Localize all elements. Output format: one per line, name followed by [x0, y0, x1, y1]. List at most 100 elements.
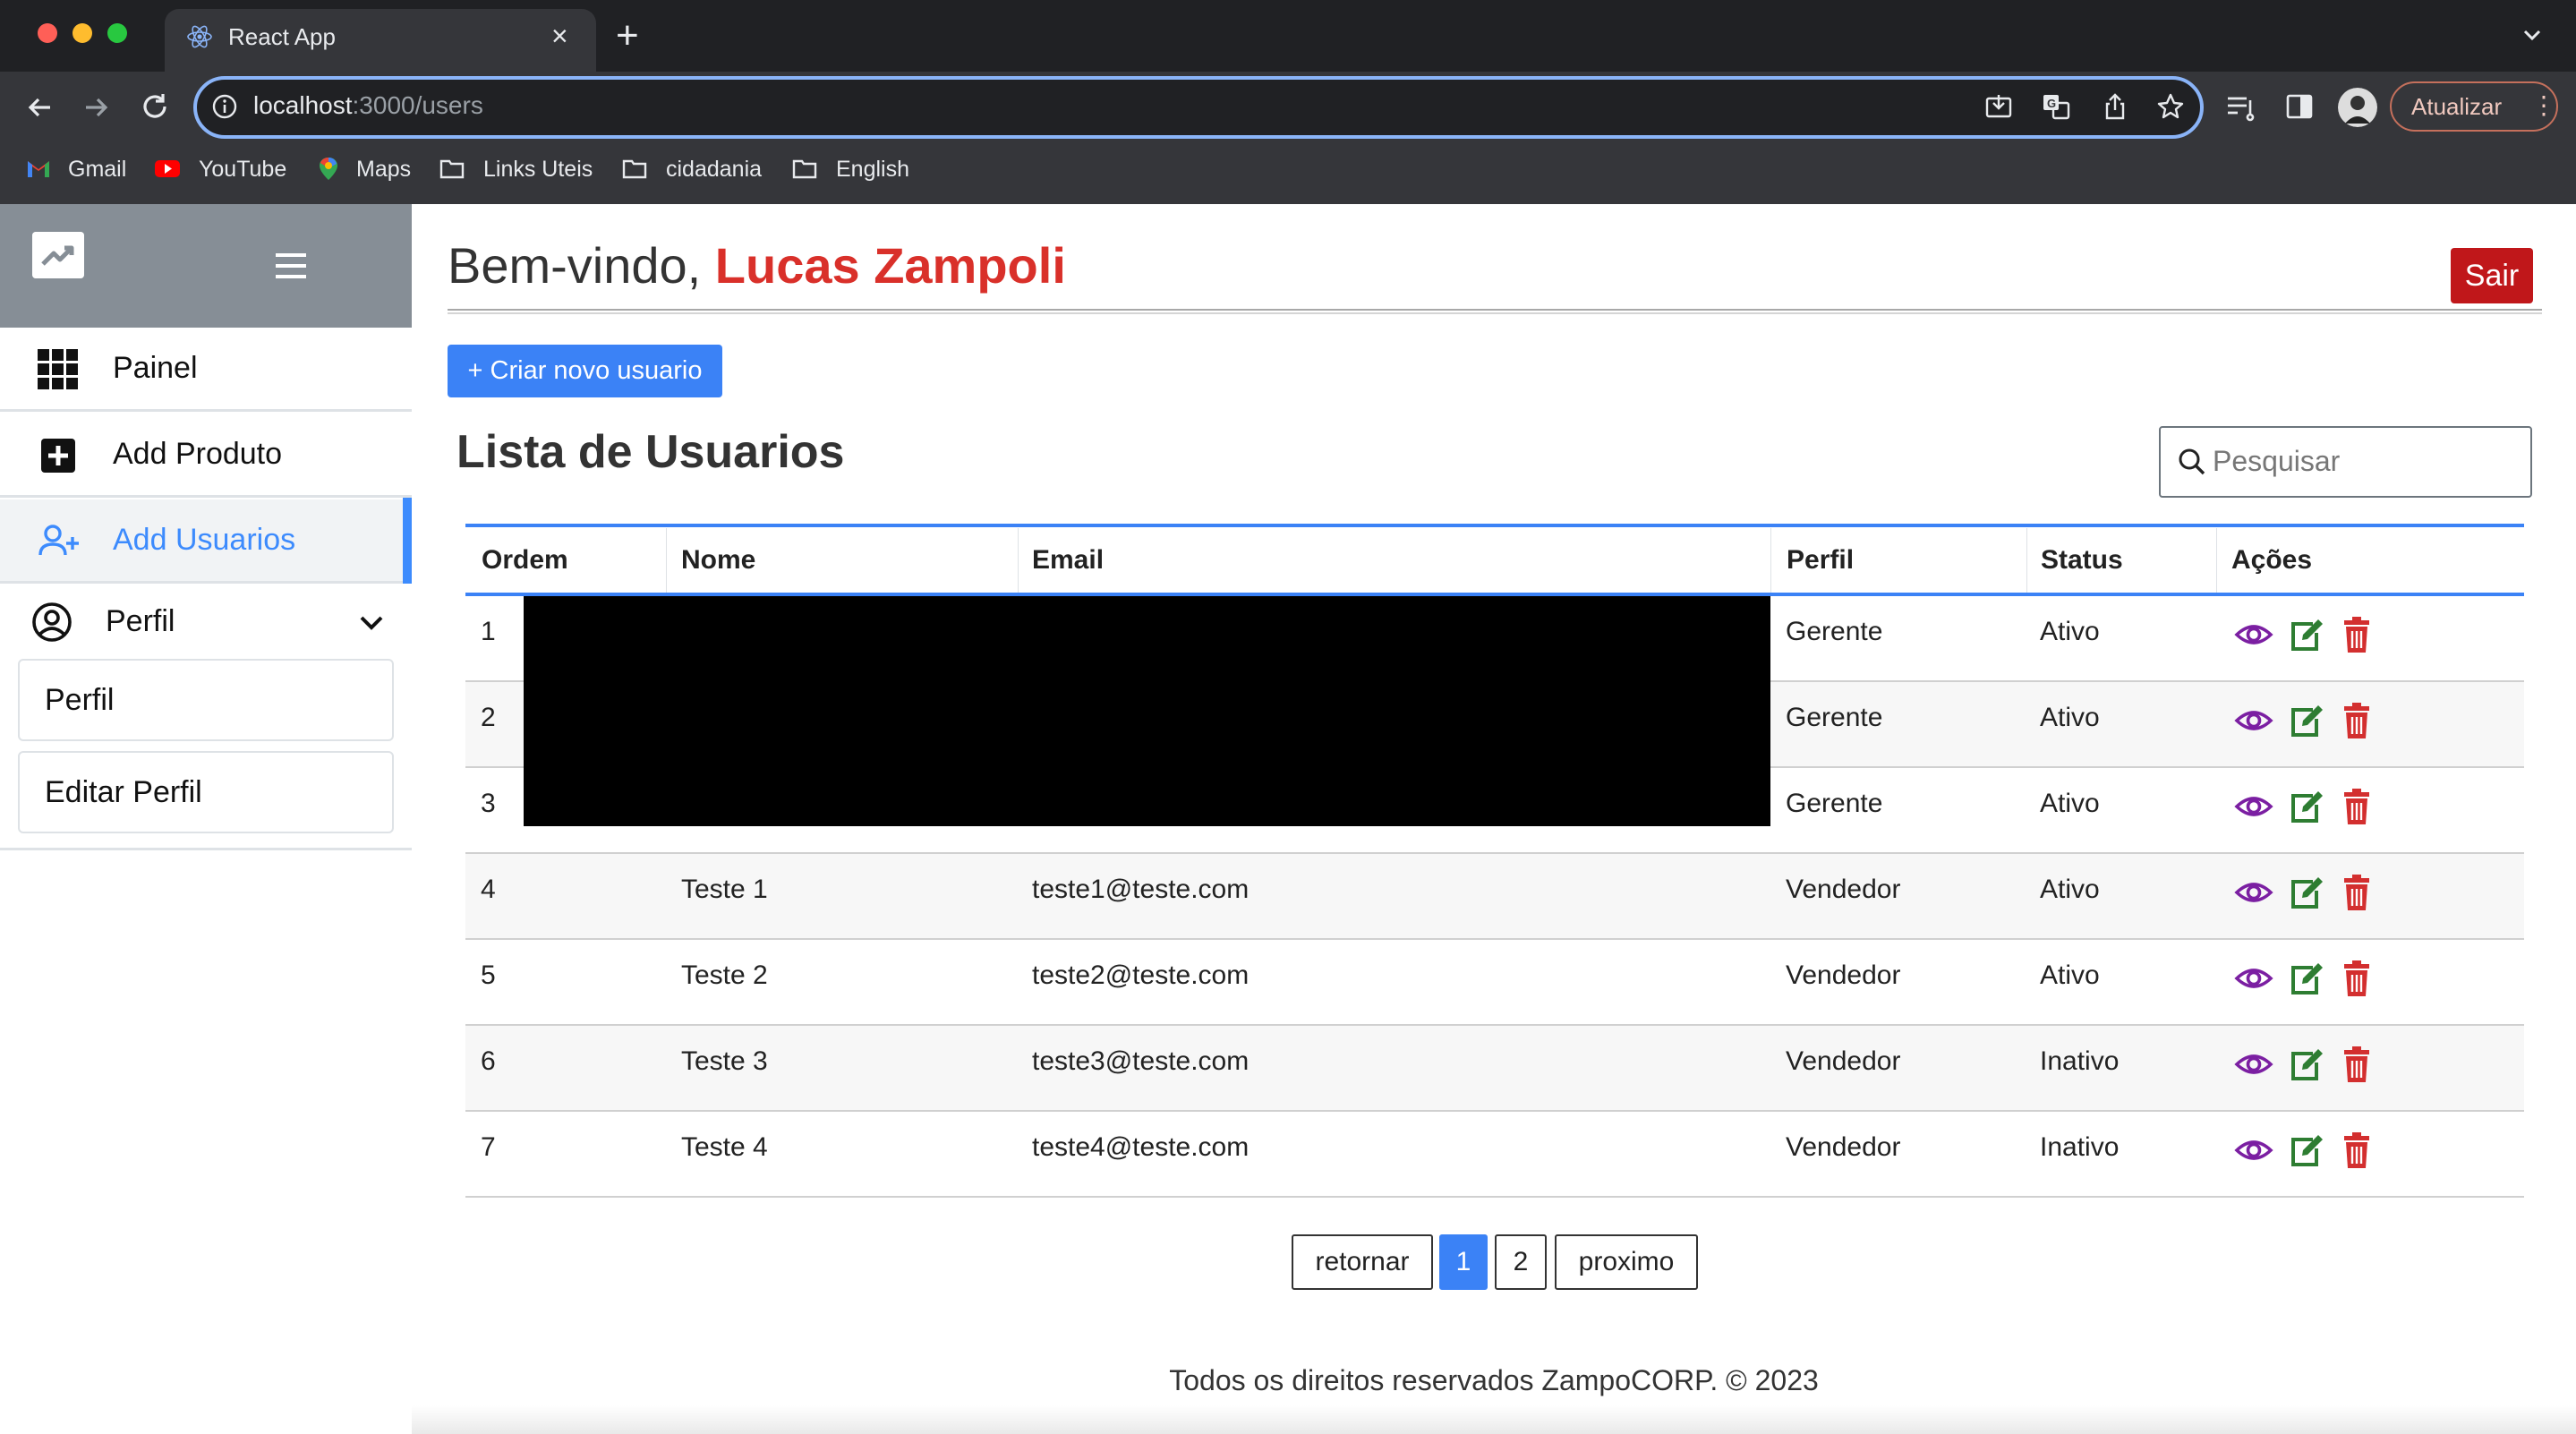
- pagination-prev-button[interactable]: retornar: [1292, 1234, 1433, 1290]
- sidebar-item-label: Add Produto: [113, 437, 283, 471]
- column-divider: [1770, 528, 1771, 593]
- url-text[interactable]: localhost:3000/users: [253, 91, 483, 120]
- column-header-email: Email: [1032, 545, 1105, 575]
- view-eye-icon[interactable]: [2234, 615, 2273, 654]
- pagination-next-button[interactable]: proximo: [1555, 1234, 1698, 1290]
- cell-ordem: 2: [481, 703, 496, 732]
- cell-perfil: Gerente: [1786, 789, 1883, 818]
- reload-icon[interactable]: [138, 90, 172, 124]
- create-user-button[interactable]: + Criar novo usuario: [448, 345, 722, 397]
- profile-avatar[interactable]: [2338, 88, 2377, 127]
- table-row: [465, 940, 2524, 1026]
- site-info-icon[interactable]: [211, 93, 238, 120]
- submenu-perfil[interactable]: Perfil: [18, 659, 394, 741]
- cell-ordem: 3: [481, 789, 496, 818]
- folder-icon: [622, 159, 647, 179]
- sidebar-item-add-usuarios[interactable]: Add Usuarios: [0, 499, 412, 584]
- bookmark-gmail[interactable]: Gmail: [68, 154, 126, 184]
- browser-menu-icon[interactable]: ⋮: [2531, 91, 2556, 120]
- side-panel-icon[interactable]: [2284, 91, 2315, 122]
- cell-status: Inativo: [2040, 1132, 2120, 1162]
- sidebar-item-label: Add Usuarios: [113, 523, 296, 557]
- footer-text: Todos os direitos reservados ZampoCORP. …: [1169, 1364, 1819, 1396]
- chevron-down-icon[interactable]: [2519, 21, 2546, 48]
- sidebar-item-add-produto[interactable]: Add Produto: [0, 414, 412, 498]
- search-icon: [2179, 448, 2205, 475]
- delete-trash-icon[interactable]: [2337, 959, 2376, 998]
- edit-icon[interactable]: [2286, 787, 2325, 826]
- edit-icon[interactable]: [2286, 873, 2325, 912]
- bookmark-cidadania[interactable]: cidadania: [666, 154, 762, 184]
- submenu-editar-perfil[interactable]: Editar Perfil: [18, 751, 394, 833]
- welcome-heading: Bem-vindo, Lucas Zampoli: [448, 235, 1066, 296]
- edit-icon[interactable]: [2286, 701, 2325, 740]
- table-row: [465, 1026, 2524, 1112]
- view-eye-icon[interactable]: [2234, 701, 2273, 740]
- new-tab-button[interactable]: +: [616, 16, 639, 55]
- window-close-button[interactable]: [38, 23, 57, 43]
- reading-list-icon[interactable]: [2225, 91, 2257, 122]
- sidebar-item-perfil[interactable]: Perfil: [0, 585, 412, 657]
- cell-perfil: Vendedor: [1786, 1046, 1901, 1076]
- edit-icon[interactable]: [2286, 1045, 2325, 1084]
- cell-nome: Teste 4: [681, 1132, 768, 1162]
- view-eye-icon[interactable]: [2234, 873, 2273, 912]
- cell-perfil: Vendedor: [1786, 875, 1901, 904]
- cell-status: Inativo: [2040, 1046, 2120, 1076]
- delete-trash-icon[interactable]: [2337, 1131, 2376, 1170]
- pagination-page-1[interactable]: 1: [1439, 1234, 1488, 1290]
- bookmark-maps[interactable]: Maps: [356, 154, 411, 184]
- cell-perfil: Vendedor: [1786, 960, 1901, 990]
- cell-nome: Teste 2: [681, 960, 768, 990]
- person-photo-icon: [2338, 88, 2377, 127]
- page-title: Lista de Usuarios: [456, 426, 845, 478]
- delete-trash-icon[interactable]: [2337, 787, 2376, 826]
- logout-button[interactable]: Sair: [2451, 248, 2533, 303]
- bookmark-english[interactable]: English: [836, 154, 909, 184]
- cell-perfil: Gerente: [1786, 703, 1883, 732]
- folder-icon: [439, 159, 465, 179]
- hamburger-menu-icon[interactable]: [274, 251, 308, 281]
- redacted-area: [524, 596, 1770, 826]
- cell-email: teste4@teste.com: [1032, 1132, 1250, 1162]
- sidebar-item-label: Perfil: [106, 604, 175, 638]
- delete-trash-icon[interactable]: [2337, 615, 2376, 654]
- window-minimize-button[interactable]: [73, 23, 92, 43]
- translate-icon[interactable]: G: [2041, 91, 2071, 122]
- bookmark-youtube[interactable]: YouTube: [199, 154, 286, 184]
- back-arrow-icon[interactable]: [23, 91, 55, 124]
- sidebar-item-painel[interactable]: Painel: [0, 328, 412, 412]
- view-eye-icon[interactable]: [2234, 1045, 2273, 1084]
- install-app-icon[interactable]: [1983, 91, 2014, 122]
- plus-square-icon: [41, 439, 75, 473]
- search-input[interactable]: [2213, 439, 2517, 483]
- delete-trash-icon[interactable]: [2337, 873, 2376, 912]
- view-eye-icon[interactable]: [2234, 787, 2273, 826]
- tab-close-icon[interactable]: ×: [551, 20, 568, 52]
- delete-trash-icon[interactable]: [2337, 1045, 2376, 1084]
- cell-perfil: Gerente: [1786, 617, 1883, 646]
- bookmark-links-uteis[interactable]: Links Uteis: [483, 154, 593, 184]
- delete-trash-icon[interactable]: [2337, 701, 2376, 740]
- active-indicator: [403, 498, 412, 584]
- column-divider: [2026, 528, 2027, 593]
- edit-icon[interactable]: [2286, 1131, 2325, 1170]
- view-eye-icon[interactable]: [2234, 1131, 2273, 1170]
- cell-ordem: 7: [481, 1132, 496, 1162]
- react-logo-icon: [187, 25, 212, 48]
- bookmark-star-icon[interactable]: [2155, 91, 2186, 122]
- pagination-page-2[interactable]: 2: [1495, 1234, 1547, 1290]
- address-bar[interactable]: [193, 76, 2204, 139]
- window-zoom-button[interactable]: [107, 23, 127, 43]
- edit-icon[interactable]: [2286, 959, 2325, 998]
- forward-arrow-icon[interactable]: [81, 91, 113, 124]
- share-icon[interactable]: [2100, 91, 2130, 122]
- edit-icon[interactable]: [2286, 615, 2325, 654]
- view-eye-icon[interactable]: [2234, 959, 2273, 998]
- trending-up-logo-icon[interactable]: [32, 232, 84, 278]
- column-divider: [2216, 528, 2217, 593]
- url-path: :3000/users: [352, 91, 483, 119]
- cell-nome: Teste 3: [681, 1046, 768, 1076]
- cell-email: teste2@teste.com: [1032, 960, 1250, 990]
- cell-ordem: 5: [481, 960, 496, 990]
